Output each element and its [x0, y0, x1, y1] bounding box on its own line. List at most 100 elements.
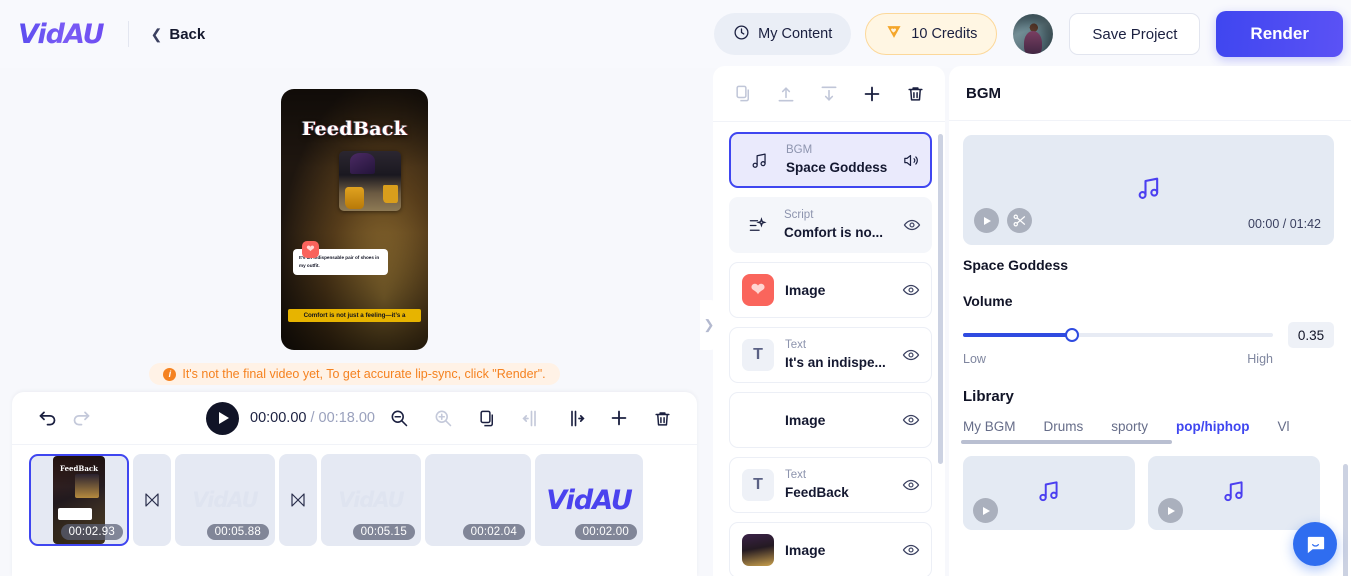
transition-icon[interactable] — [133, 454, 171, 546]
delete-icon[interactable] — [900, 79, 930, 109]
layer-item-text-indispensable[interactable]: T Text It's an indispe... — [729, 327, 932, 383]
tab-sporty[interactable]: sporty — [1111, 419, 1148, 434]
layer-item-image-blank[interactable]: Image — [729, 392, 932, 448]
header-divider — [127, 21, 129, 47]
layers-panel: BGM Space Goddess Script Comfort is no..… — [713, 66, 945, 576]
vidau-logo[interactable]: VidAU — [18, 19, 105, 50]
library-grid — [963, 456, 1334, 530]
play-icon[interactable] — [973, 498, 998, 523]
render-button[interactable]: Render — [1216, 11, 1343, 57]
timeline-clip[interactable]: VidAU 00:05.88 — [175, 454, 275, 546]
music-note-icon — [1135, 174, 1163, 207]
library-card[interactable] — [963, 456, 1135, 530]
clip-thumb-title: FeedBack — [60, 464, 98, 473]
preview-title: FeedBack — [301, 118, 408, 140]
move-up-icon[interactable] — [771, 79, 801, 109]
play-icon[interactable] — [974, 208, 999, 233]
slider-fill — [963, 333, 1072, 337]
library-card[interactable] — [1148, 456, 1320, 530]
volume-low-label: Low — [963, 352, 986, 366]
library-tabs: My BGM Drums sporty pop/hiphop Vl — [963, 419, 1334, 434]
tab-pop-hiphop[interactable]: pop/hiphop — [1176, 419, 1249, 434]
timeline-time: 00:00.00 / 00:18.00 — [250, 410, 375, 426]
eye-icon[interactable] — [902, 411, 920, 429]
info-icon: i — [163, 367, 177, 381]
layer-name: It's an indispe... — [785, 354, 886, 370]
split-left-icon[interactable] — [516, 403, 546, 433]
preview-area: FeedBack ❤ It’s an indispensable pair of… — [0, 68, 709, 390]
eye-icon[interactable] — [902, 281, 920, 299]
layer-name: Space Goddess — [786, 159, 888, 175]
undo-icon[interactable] — [32, 403, 62, 433]
avatar[interactable] — [1013, 14, 1054, 54]
volume-icon[interactable] — [902, 152, 919, 169]
transition-icon[interactable] — [279, 454, 317, 546]
layer-item-text-feedback[interactable]: T Text FeedBack — [729, 457, 932, 513]
video-preview[interactable]: FeedBack ❤ It’s an indispensable pair of… — [281, 89, 428, 350]
timeline-clip[interactable]: FeedBack 00:02.93 — [29, 454, 129, 546]
layers-scrollbar[interactable] — [938, 134, 943, 464]
copy-icon[interactable] — [472, 403, 502, 433]
eye-icon[interactable] — [902, 476, 920, 494]
save-project-button[interactable]: Save Project — [1069, 13, 1201, 55]
library-tabs-scrollbar[interactable] — [961, 440, 1334, 444]
layer-item-bgm[interactable]: BGM Space Goddess — [729, 132, 932, 188]
zoom-out-icon[interactable] — [384, 403, 414, 433]
layer-item-script[interactable]: Script Comfort is no... — [729, 197, 932, 253]
music-note-icon — [1036, 478, 1062, 509]
chat-icon[interactable] — [1293, 522, 1337, 566]
bgm-panel: BGM 00:00 / 01:42 Space Goddess Volume 0… — [949, 66, 1351, 576]
layer-item-image-photo[interactable]: Image — [729, 522, 932, 576]
eye-icon[interactable] — [902, 541, 920, 559]
volume-slider[interactable] — [963, 328, 1273, 342]
scissors-icon[interactable] — [1007, 208, 1032, 233]
clip-duration: 00:02.04 — [462, 524, 525, 540]
photo-image-icon — [742, 534, 774, 566]
layer-kind: Text — [785, 339, 807, 352]
chevron-left-icon: ❮ — [150, 26, 163, 42]
timeline-toolbar: 00:00.00 / 00:18.00 — [12, 392, 697, 445]
layers-list: BGM Space Goddess Script Comfort is no..… — [713, 122, 945, 576]
my-content-label: My Content — [758, 26, 833, 42]
layer-item-image-heart[interactable]: ❤ Image — [729, 262, 932, 318]
credits-button[interactable]: 10 Credits — [865, 13, 998, 55]
layer-kind: BGM — [786, 144, 813, 157]
total-time: 00:18.00 — [318, 410, 375, 426]
volume-label: Volume — [963, 293, 1013, 309]
volume-value[interactable]: 0.35 — [1288, 322, 1334, 348]
timeline-clip[interactable]: 00:02.04 — [425, 454, 531, 546]
redo-icon[interactable] — [66, 403, 96, 433]
tab-vlog[interactable]: Vl — [1278, 419, 1290, 434]
my-content-button[interactable]: My Content — [714, 13, 852, 55]
back-button[interactable]: ❮ Back — [151, 26, 206, 43]
back-label: Back — [169, 25, 206, 43]
zoom-in-icon[interactable] — [428, 403, 458, 433]
clip-thumb-bubble — [58, 508, 92, 520]
time-separator: / — [310, 410, 315, 426]
preview-caption: Comfort is not just a feeling—it’s a — [288, 309, 421, 322]
timeline-clip[interactable]: VidAU 00:02.00 — [535, 454, 643, 546]
clip-duration: 00:05.88 — [206, 524, 269, 540]
timeline-panel: 00:00.00 / 00:18.00 FeedBack 00:02.93 Vi… — [12, 392, 697, 576]
slider-knob[interactable] — [1064, 328, 1079, 342]
eye-icon[interactable] — [902, 346, 920, 364]
audio-player-card[interactable]: 00:00 / 01:42 — [963, 135, 1334, 245]
move-down-icon[interactable] — [814, 79, 844, 109]
panel-collapse-handle[interactable]: ❯ — [700, 300, 718, 350]
add-icon[interactable] — [604, 403, 634, 433]
split-right-icon[interactable] — [560, 403, 590, 433]
timeline-clip[interactable]: VidAU 00:05.15 — [321, 454, 421, 546]
timeline-play-button[interactable] — [206, 401, 239, 435]
script-icon — [741, 209, 773, 241]
delete-icon[interactable] — [647, 403, 677, 433]
copy-icon[interactable] — [728, 79, 758, 109]
layer-name: Image — [785, 281, 826, 298]
clip-thumb-inset — [75, 474, 99, 498]
tab-my-bgm[interactable]: My BGM — [963, 419, 1016, 434]
bgm-scrollbar[interactable] — [1343, 464, 1348, 576]
tab-drums[interactable]: Drums — [1044, 419, 1084, 434]
add-icon[interactable] — [857, 79, 887, 109]
layer-text: Image — [785, 541, 891, 560]
play-icon[interactable] — [1158, 498, 1183, 523]
eye-icon[interactable] — [903, 216, 921, 234]
